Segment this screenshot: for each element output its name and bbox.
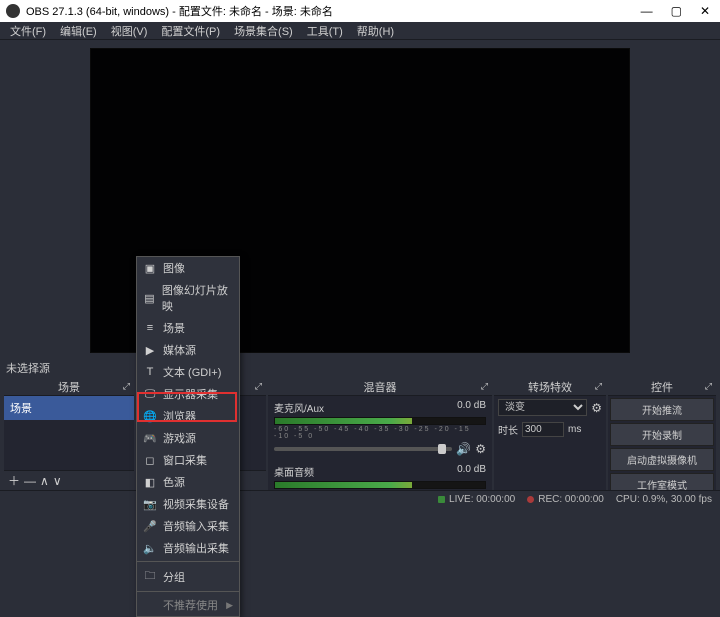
ctx-window-capture[interactable]: ◻窗口采集 xyxy=(137,449,239,471)
ctx-video-capture[interactable]: 📷视频采集设备 xyxy=(137,493,239,515)
desktop-db: 0.0 dB xyxy=(457,464,486,479)
mixer-channel-mic: 麦克风/Aux 0.0 dB -60 -55 -50 -45 -40 -35 -3… xyxy=(268,396,492,460)
popout-icon[interactable]: ⤢ xyxy=(255,381,262,392)
popout-icon[interactable]: ⤢ xyxy=(595,381,602,392)
menu-scene-collection[interactable]: 场景集合(S) xyxy=(228,21,299,41)
ctx-audio-input[interactable]: 🎤音频输入采集 xyxy=(137,515,239,537)
status-cpu: CPU: 0.9%, 30.00 fps xyxy=(616,494,712,505)
folder-icon: 🗀 xyxy=(143,567,157,586)
window-title: OBS 27.1.3 (64-bit, windows) - 配置文件: 未命名… xyxy=(26,3,641,19)
duration-unit: ms xyxy=(568,424,581,435)
chevron-right-icon: ▶ xyxy=(226,600,233,611)
ctx-display-capture[interactable]: 🖵显示器采集 xyxy=(137,383,239,405)
mic-label: 麦克风/Aux xyxy=(274,400,324,415)
ctx-image[interactable]: ▣图像 xyxy=(137,257,239,279)
play-icon: ▶ xyxy=(143,344,157,357)
text-icon: T xyxy=(143,366,157,378)
start-streaming-button[interactable]: 开始推流 xyxy=(610,398,714,421)
menu-view[interactable]: 视图(V) xyxy=(105,21,154,41)
app-logo-icon xyxy=(6,4,20,18)
globe-icon: 🌐 xyxy=(143,410,157,423)
scene-down-button[interactable]: ∨ xyxy=(53,474,62,488)
status-rec: REC: 00:00:00 xyxy=(538,494,604,505)
scene-item[interactable]: 场景 xyxy=(4,396,134,420)
transition-type-select[interactable]: 淡变 xyxy=(498,399,587,416)
controls-header: 控件 xyxy=(651,379,673,395)
transitions-panel: 转场特效 ⤢ 淡变 ⚙ 时长 ms xyxy=(494,378,606,490)
menu-tools[interactable]: 工具(T) xyxy=(301,21,349,41)
slideshow-icon: ▤ xyxy=(143,292,156,305)
live-indicator-icon xyxy=(438,496,445,503)
ctx-scene[interactable]: ≡场景 xyxy=(137,317,239,339)
gear-icon[interactable]: ⚙ xyxy=(475,442,486,456)
no-source-selected-label: 未选择源 xyxy=(6,360,50,376)
preview-area xyxy=(0,40,720,360)
remove-scene-button[interactable]: — xyxy=(24,474,36,488)
desktop-meter xyxy=(274,481,486,489)
scene-up-button[interactable]: ∧ xyxy=(40,474,49,488)
speaker-icon[interactable]: 🔊 xyxy=(456,442,471,456)
palette-icon: ◧ xyxy=(143,476,157,489)
scenes-panel: 场景 ⤢ 场景 ＋ — ∧ ∨ xyxy=(4,378,134,490)
transitions-header: 转场特效 xyxy=(528,379,572,395)
menu-bar: 文件(F) 编辑(E) 视图(V) 配置文件(P) 场景集合(S) 工具(T) … xyxy=(0,22,720,40)
mic-db: 0.0 dB xyxy=(457,400,486,415)
ctx-color-source[interactable]: ◧色源 xyxy=(137,471,239,493)
mic-volume-slider[interactable] xyxy=(274,447,452,451)
title-bar: OBS 27.1.3 (64-bit, windows) - 配置文件: 未命名… xyxy=(0,0,720,22)
image-icon: ▣ xyxy=(143,262,157,275)
mic-meter xyxy=(274,417,486,425)
mixer-channel-desktop: 桌面音频0.0 dB -60 -55 -50 -45 -40 -35 -30 -… xyxy=(268,460,492,490)
popout-icon[interactable]: ⤢ xyxy=(481,381,488,392)
speaker-out-icon: 🔈 xyxy=(143,542,157,555)
window-icon: ◻ xyxy=(143,454,157,467)
mic-ticks: -60 -55 -50 -45 -40 -35 -30 -25 -20 -15 … xyxy=(274,426,486,440)
duration-input[interactable] xyxy=(522,422,564,437)
close-button[interactable]: ✕ xyxy=(700,4,710,18)
start-vcam-button[interactable]: 启动虚拟摄像机 xyxy=(610,448,714,471)
menu-file[interactable]: 文件(F) xyxy=(4,21,52,41)
popout-icon[interactable]: ⤢ xyxy=(123,381,130,392)
menu-profile[interactable]: 配置文件(P) xyxy=(155,21,226,41)
rec-indicator-icon xyxy=(527,496,534,503)
ctx-deprecated[interactable]: 不推荐使用▶ xyxy=(137,594,239,616)
gear-icon[interactable]: ⚙ xyxy=(591,401,602,415)
add-source-context-menu: ▣图像 ▤图像幻灯片放映 ≡场景 ▶媒体源 T文本 (GDI+) 🖵显示器采集 … xyxy=(136,256,240,617)
menu-help[interactable]: 帮助(H) xyxy=(351,21,400,41)
camera-icon: 📷 xyxy=(143,498,157,511)
duration-label: 时长 xyxy=(498,422,518,437)
ctx-game-capture[interactable]: 🎮游戏源 xyxy=(137,427,239,449)
desktop-label: 桌面音频 xyxy=(274,464,314,479)
minimize-button[interactable]: — xyxy=(641,4,653,18)
mixer-panel: 混音器 ⤢ 麦克风/Aux 0.0 dB -60 -55 -50 -45 -40 -… xyxy=(268,378,492,490)
mixer-header: 混音器 xyxy=(364,379,397,395)
menu-edit[interactable]: 编辑(E) xyxy=(54,21,103,41)
ctx-group[interactable]: 🗀分组 xyxy=(137,564,239,589)
studio-mode-button[interactable]: 工作室模式 xyxy=(610,473,714,490)
maximize-button[interactable]: ▢ xyxy=(671,4,682,18)
controls-panel: 控件⤢ 开始推流 开始录制 启动虚拟摄像机 工作室模式 设置 退出 xyxy=(608,378,716,490)
status-live: LIVE: 00:00:00 xyxy=(449,494,515,505)
ctx-browser[interactable]: 🌐浏览器 xyxy=(137,405,239,427)
ctx-media[interactable]: ▶媒体源 xyxy=(137,339,239,361)
scenes-header: 场景 xyxy=(58,379,80,395)
ctx-text[interactable]: T文本 (GDI+) xyxy=(137,361,239,383)
start-recording-button[interactable]: 开始录制 xyxy=(610,423,714,446)
status-bar: LIVE: 00:00:00 REC: 00:00:00 CPU: 0.9%, … xyxy=(0,490,720,508)
popout-icon[interactable]: ⤢ xyxy=(705,381,712,392)
ctx-audio-output[interactable]: 🔈音频输出采集 xyxy=(137,537,239,559)
game-icon: 🎮 xyxy=(143,432,157,445)
ctx-slideshow[interactable]: ▤图像幻灯片放映 xyxy=(137,279,239,317)
scene-icon: ≡ xyxy=(143,322,157,334)
mic-icon: 🎤 xyxy=(143,520,157,533)
add-scene-button[interactable]: ＋ xyxy=(8,472,20,489)
monitor-icon: 🖵 xyxy=(143,388,157,401)
